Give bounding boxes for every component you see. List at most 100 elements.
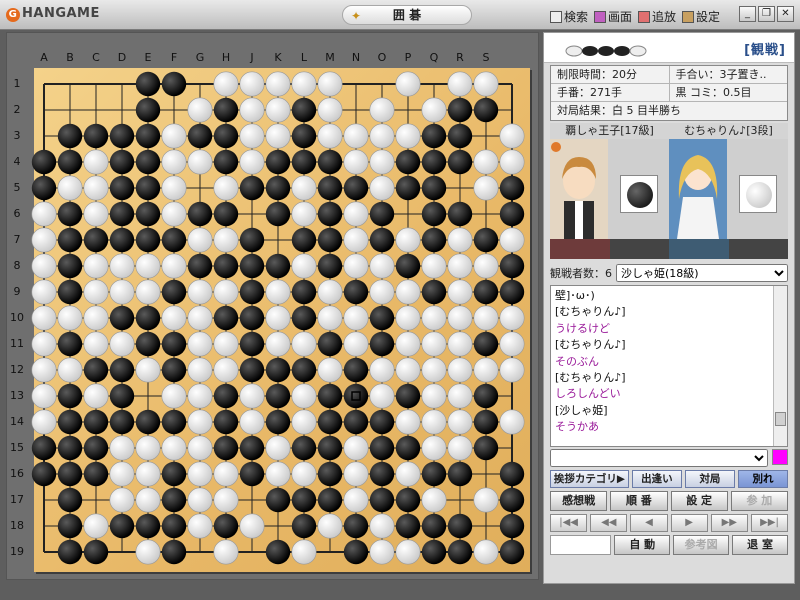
black-stone bbox=[317, 461, 343, 487]
black-stone bbox=[31, 149, 57, 175]
komi: 黒 コミ：0.5目 bbox=[668, 84, 787, 101]
black-stone bbox=[57, 513, 83, 539]
greeting-category-button[interactable]: 挨拶カテゴリ▶ bbox=[550, 470, 629, 488]
black-player-avatar[interactable] bbox=[550, 139, 608, 239]
black-stone bbox=[109, 409, 135, 435]
white-stone bbox=[473, 149, 499, 175]
player-status-bars bbox=[550, 239, 788, 259]
black-stone bbox=[421, 123, 447, 149]
white-stone bbox=[395, 71, 421, 97]
order-button[interactable]: 順 番 bbox=[610, 491, 668, 511]
chat-scroll-thumb[interactable] bbox=[775, 412, 786, 426]
white-stone bbox=[161, 253, 187, 279]
black-stone-icon bbox=[626, 182, 653, 208]
back-button[interactable]: ◀ bbox=[630, 514, 668, 532]
white-stone bbox=[473, 253, 499, 279]
black-stone bbox=[265, 383, 291, 409]
greeting-meet-button[interactable]: 出逢い bbox=[631, 470, 682, 488]
white-stone bbox=[135, 487, 161, 513]
forward-fast-button[interactable]: ▶▶ bbox=[710, 514, 748, 532]
chat-log[interactable]: 壁]･ω･) [むちゃりん♪] うけるけど [むちゃりん♪] そのぶん [むちゃりん♪] し… bbox=[550, 285, 788, 447]
black-stone bbox=[265, 409, 291, 435]
white-stone bbox=[57, 175, 83, 201]
white-stone bbox=[421, 383, 447, 409]
black-stone bbox=[187, 201, 213, 227]
black-stone bbox=[343, 409, 369, 435]
chat-input[interactable] bbox=[550, 449, 768, 467]
greeting-farewell-button[interactable]: 別れ bbox=[737, 470, 789, 488]
white-stone bbox=[317, 123, 343, 149]
black-stone bbox=[369, 461, 395, 487]
black-stone bbox=[213, 305, 239, 331]
side-panel: [観戦] 制限時間：20分 手合い：3子置き.. 手番：271手黒 コミ：0.5目… bbox=[543, 32, 795, 584]
white-stone bbox=[343, 149, 369, 175]
white-stone bbox=[421, 331, 447, 357]
first-move-button[interactable]: |◀◀ bbox=[550, 514, 588, 532]
handicap: 手合い：3子置き.. bbox=[668, 66, 787, 83]
game-result: 対局結果：白 5 目半勝ち bbox=[551, 102, 787, 120]
black-stone-slot bbox=[607, 139, 669, 239]
white-stone bbox=[447, 253, 473, 279]
black-stone bbox=[317, 227, 343, 253]
black-stone bbox=[135, 201, 161, 227]
black-stone bbox=[213, 97, 239, 123]
black-stone bbox=[291, 149, 317, 175]
settings-button[interactable]: 設 定 bbox=[670, 491, 728, 511]
white-stone bbox=[473, 175, 499, 201]
white-stone bbox=[57, 357, 83, 383]
white-stone bbox=[31, 305, 57, 331]
white-stone bbox=[343, 331, 369, 357]
viewers-count: 観戦者数：6 bbox=[550, 267, 612, 280]
back-fast-button[interactable]: ◀◀ bbox=[590, 514, 628, 532]
black-stone bbox=[161, 487, 187, 513]
white-stone bbox=[473, 357, 499, 383]
black-stone bbox=[343, 279, 369, 305]
black-stone bbox=[83, 461, 109, 487]
chat-scrollbar[interactable] bbox=[773, 286, 787, 446]
white-stone bbox=[343, 201, 369, 227]
chat-color-swatch[interactable] bbox=[772, 449, 788, 465]
join-button[interactable]: 参 加 bbox=[730, 491, 788, 511]
black-stone bbox=[317, 253, 343, 279]
white-stone bbox=[135, 279, 161, 305]
black-stone bbox=[57, 279, 83, 305]
black-stone bbox=[343, 357, 369, 383]
white-stone bbox=[109, 487, 135, 513]
white-stone bbox=[369, 279, 395, 305]
forward-button[interactable]: ▶ bbox=[670, 514, 708, 532]
white-stone bbox=[31, 409, 57, 435]
black-stone bbox=[83, 539, 109, 565]
black-stone bbox=[239, 305, 265, 331]
black-stone bbox=[343, 383, 369, 409]
greeting-game-button[interactable]: 対局 bbox=[684, 470, 735, 488]
white-stone bbox=[473, 305, 499, 331]
white-stone bbox=[213, 357, 239, 383]
white-stone bbox=[317, 513, 343, 539]
black-stone bbox=[109, 227, 135, 253]
auto-button[interactable]: 自 動 bbox=[614, 535, 671, 555]
bottom-blank-field bbox=[550, 535, 612, 555]
white-stone bbox=[395, 123, 421, 149]
white-stone bbox=[499, 227, 525, 253]
white-stone bbox=[109, 435, 135, 461]
leave-room-button[interactable]: 退 室 bbox=[732, 535, 789, 555]
white-stone bbox=[31, 383, 57, 409]
last-move-button[interactable]: ▶▶| bbox=[750, 514, 789, 532]
viewers-select[interactable]: 沙しゃ姫(18級) bbox=[616, 264, 788, 282]
black-stone-box bbox=[619, 175, 658, 213]
watch-mode-label: [観戦] bbox=[744, 43, 786, 58]
black-stone bbox=[239, 435, 265, 461]
white-stone bbox=[161, 305, 187, 331]
black-stone bbox=[187, 123, 213, 149]
white-stone bbox=[369, 149, 395, 175]
black-stone bbox=[369, 201, 395, 227]
white-stone bbox=[447, 279, 473, 305]
black-stone bbox=[265, 149, 291, 175]
black-stone bbox=[135, 227, 161, 253]
black-stone bbox=[395, 513, 421, 539]
reference-button[interactable]: 参考図 bbox=[673, 535, 730, 555]
review-button[interactable]: 感想戦 bbox=[550, 491, 608, 511]
white-player-avatar[interactable] bbox=[669, 139, 727, 239]
black-stone bbox=[239, 357, 265, 383]
white-stone bbox=[291, 539, 317, 565]
